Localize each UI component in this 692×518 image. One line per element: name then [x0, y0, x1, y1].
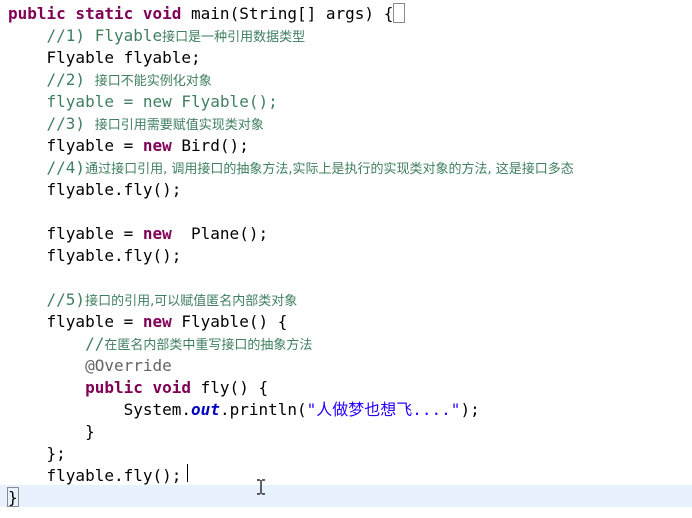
code-token: .println( [219, 400, 307, 419]
code-token: } [8, 422, 95, 441]
code-token: fly() { [200, 378, 269, 397]
code-token: Bird(); [181, 136, 249, 155]
code-editor[interactable]: public static void main(String[] args) {… [0, 0, 692, 518]
code-token: 通过接口引用, 调用接口的抽象方法,实际上是执行的实现类对象的方法, 这是接口多… [85, 162, 574, 177]
code-token: System. [8, 400, 192, 419]
code-token: 接口引用需要赋值实现类对象 [94, 118, 264, 133]
code-line: flyable.fly(); [8, 465, 182, 487]
code-token: 接口是一种引用数据类型 [162, 30, 306, 45]
code-token: 在匿名内部类中重写接口的抽象方法 [104, 338, 313, 353]
code-token: flyable.fly(); [8, 246, 182, 265]
code-token: ); [460, 400, 480, 419]
bracket-match-highlight-close [7, 487, 19, 507]
code-line: //3) 接口引用需要赋值实现类对象 [8, 113, 264, 135]
code-token: "人做梦也想飞...." [306, 400, 461, 419]
current-line-highlight [0, 485, 692, 507]
code-token: //4) [8, 158, 86, 177]
code-token: @Override [8, 356, 172, 375]
ibeam-cursor-icon [257, 479, 265, 495]
code-token: public void [8, 378, 201, 397]
code-token: flyable.fly(); [8, 180, 182, 199]
code-token: 接口的引用,可以赋值匿名内部类对象 [85, 294, 298, 309]
code-token: // [8, 334, 105, 353]
code-token: flyable = [8, 136, 143, 155]
code-line: System.out.println("人做梦也想飞...."); [8, 399, 480, 421]
code-token: public static void [8, 4, 192, 23]
code-token: //1) Flyable [8, 26, 163, 45]
code-token: flyable = [8, 312, 143, 331]
code-line: //1) Flyable接口是一种引用数据类型 [8, 25, 306, 47]
code-token: out [191, 400, 220, 419]
code-line: public static void main(String[] args) { [8, 3, 393, 25]
code-line: flyable.fly(); [8, 179, 182, 201]
code-line: flyable = new Plane(); [8, 223, 269, 245]
code-token: //2) [8, 70, 95, 89]
code-token: new [142, 312, 182, 331]
code-token: Plane(); [181, 224, 269, 243]
text-caret [187, 464, 188, 482]
code-token: flyable = [8, 224, 143, 243]
code-token: main(String[] args) { [191, 4, 394, 23]
code-line: flyable = new Bird(); [8, 135, 249, 157]
code-token: new [142, 224, 182, 243]
code-line: flyable = new Flyable(); [8, 91, 278, 113]
code-line: //在匿名内部类中重写接口的抽象方法 [8, 333, 312, 355]
code-line: public void fly() { [8, 377, 268, 399]
code-line: Flyable flyable; [8, 47, 201, 69]
code-token: new [142, 136, 182, 155]
code-line: flyable = new Flyable() { [8, 311, 288, 333]
code-line: flyable.fly(); [8, 245, 182, 267]
code-line: }; [8, 443, 66, 465]
code-line: //4)通过接口引用, 调用接口的抽象方法,实际上是执行的实现类对象的方法, 这… [8, 157, 574, 179]
code-token: }; [8, 444, 66, 463]
code-token: Flyable flyable; [8, 48, 201, 67]
code-token: 接口不能实例化对象 [94, 74, 212, 89]
code-token: //3) [8, 114, 95, 133]
code-token: Flyable() { [181, 312, 288, 331]
code-token: flyable.fly(); [8, 466, 182, 485]
code-line: //2) 接口不能实例化对象 [8, 69, 212, 91]
code-line: } [8, 421, 95, 443]
code-token: flyable = new Flyable(); [8, 92, 278, 111]
code-token: //5) [8, 290, 86, 309]
bracket-match-highlight [393, 3, 405, 23]
code-line: @Override [8, 355, 172, 377]
code-line: //5)接口的引用,可以赋值匿名内部类对象 [8, 289, 298, 311]
